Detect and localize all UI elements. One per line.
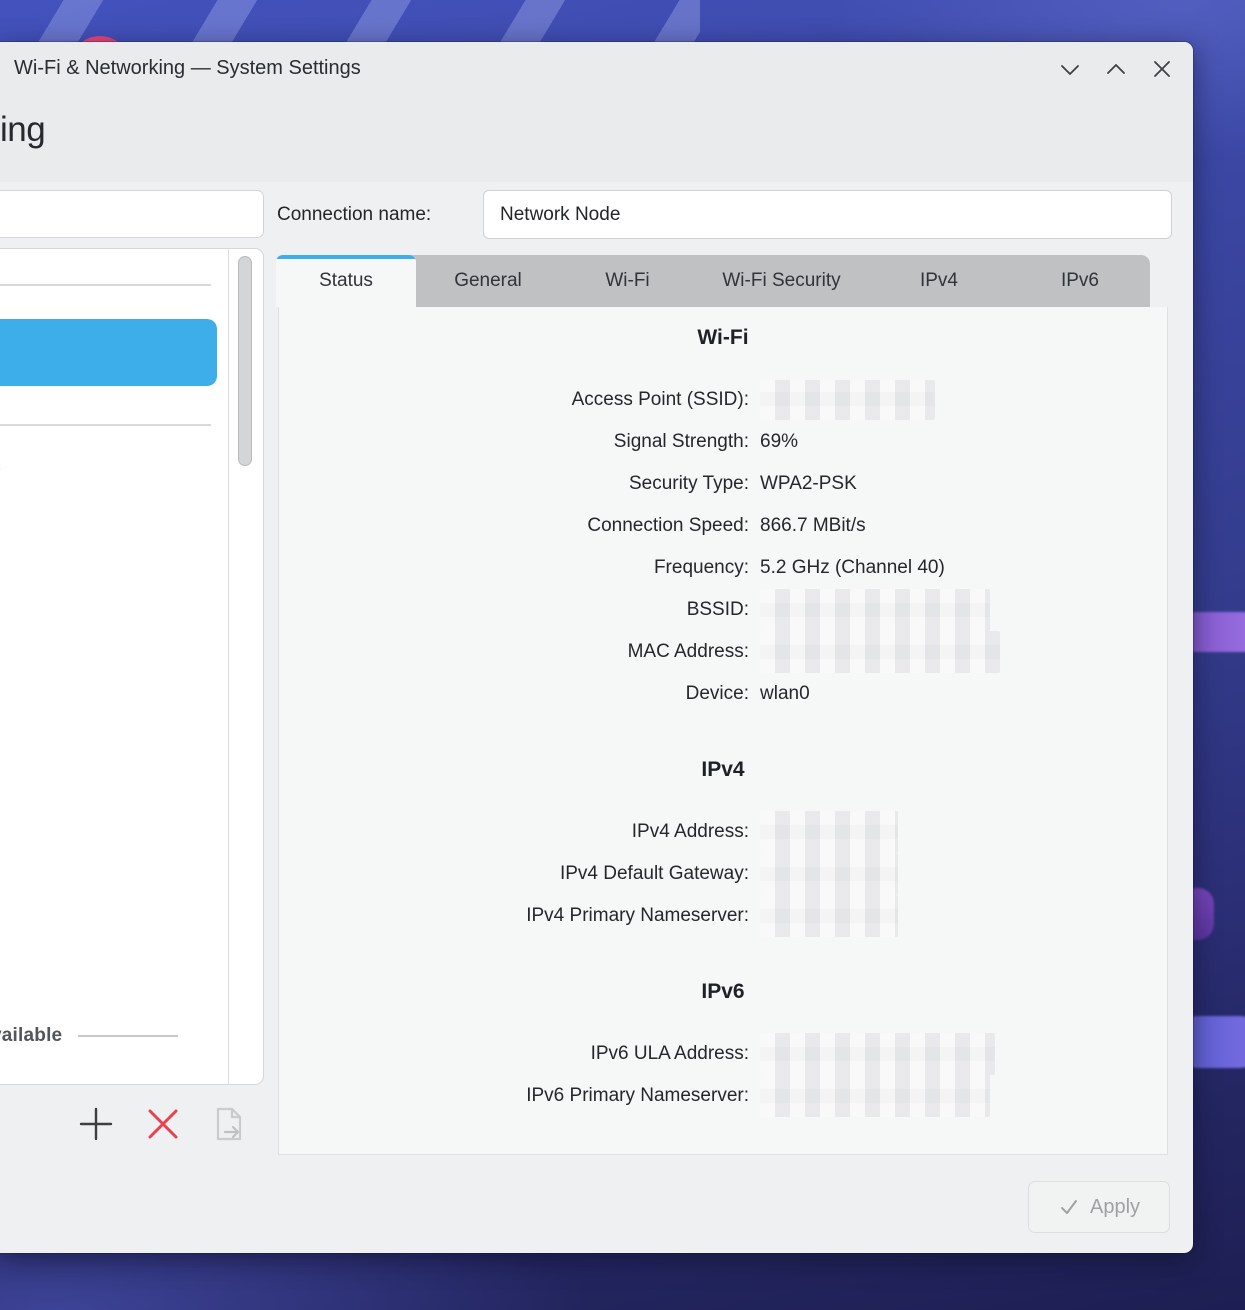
tab-wifi-security[interactable]: Wi-Fi Security: [695, 255, 868, 307]
check-icon: [1058, 1196, 1080, 1218]
connection-name-label: Connection name:: [277, 190, 431, 239]
tab-ipv4[interactable]: IPv4: [868, 255, 1010, 307]
list-item-text-fragment: 4: [0, 455, 1, 479]
list-separator: [0, 424, 211, 426]
section-header-rule: [78, 1035, 178, 1037]
status-row: BSSID:: [279, 589, 1167, 631]
close-icon: [1150, 57, 1174, 81]
redacted-value: [760, 380, 935, 420]
redacted-value: [760, 1033, 995, 1075]
redacted-value: [760, 631, 1000, 673]
status-row: Signal Strength: 69%: [279, 421, 1167, 463]
status-tab-panel: Wi-Fi Access Point (SSID): Signal Streng…: [278, 307, 1168, 1155]
tab-status[interactable]: Status: [276, 255, 416, 307]
desktop-wallpaper: Wi-Fi & Networking — System Settings: [0, 0, 1245, 1310]
apply-button-label: Apply: [1090, 1196, 1140, 1219]
maximize-button[interactable]: [1103, 56, 1129, 82]
apply-button[interactable]: Apply: [1028, 1181, 1170, 1233]
window-controls: [1057, 42, 1175, 95]
status-row: Device: wlan0: [279, 673, 1167, 715]
delete-x-icon: [145, 1106, 181, 1142]
search-input[interactable]: [0, 190, 264, 238]
status-row: Access Point (SSID):: [279, 379, 1167, 421]
status-row: IPv4 Primary Nameserver:: [279, 895, 1167, 937]
status-row: MAC Address:: [279, 631, 1167, 673]
editor-tabbar: Status General Wi-Fi Wi-Fi Security IPv4…: [276, 255, 1150, 307]
tab-general[interactable]: General: [416, 255, 560, 307]
connection-list-toolbar: [0, 1104, 270, 1144]
status-row: IPv4 Default Gateway:: [279, 853, 1167, 895]
section-title-ipv4: IPv4: [279, 749, 1167, 791]
document-export-icon: [212, 1106, 246, 1142]
status-row: Frequency: 5.2 GHz (Channel 40): [279, 547, 1167, 589]
tab-wifi[interactable]: Wi-Fi: [560, 255, 695, 307]
plus-icon: [78, 1106, 114, 1142]
delete-connection-button[interactable]: [143, 1104, 183, 1144]
connection-list-selected-item[interactable]: [0, 319, 217, 386]
page-title-fragment: ing: [0, 110, 45, 150]
scrollbar-track-divider: [228, 249, 229, 1084]
chevron-down-icon: [1058, 57, 1082, 81]
redacted-value: [760, 895, 898, 937]
redacted-value: [760, 589, 990, 631]
page-header: [0, 95, 1193, 182]
window-titlebar[interactable]: Wi-Fi & Networking — System Settings: [0, 42, 1193, 95]
scrollbar-thumb[interactable]: [238, 256, 252, 466]
tab-ipv6[interactable]: IPv6: [1010, 255, 1150, 307]
status-row: IPv6 ULA Address:: [279, 1033, 1167, 1075]
add-connection-button[interactable]: [76, 1104, 116, 1144]
status-row: IPv4 Address:: [279, 811, 1167, 853]
status-row: Connection Speed: 866.7 MBit/s: [279, 505, 1167, 547]
redacted-value: [760, 1075, 990, 1117]
window-title: Wi-Fi & Networking — System Settings: [14, 42, 361, 95]
chevron-up-icon: [1104, 57, 1128, 81]
list-section-header: vailable: [0, 1021, 217, 1051]
list-separator: [0, 284, 211, 286]
status-row: IPv6 Primary Nameserver:: [279, 1075, 1167, 1117]
section-header-fragment: vailable: [0, 1025, 62, 1047]
close-button[interactable]: [1149, 56, 1175, 82]
minimize-button[interactable]: [1057, 56, 1083, 82]
section-title-wifi: Wi-Fi: [279, 317, 1167, 359]
connection-list: 4 vailable: [0, 248, 264, 1085]
redacted-value: [760, 853, 898, 895]
redacted-value: [760, 811, 898, 853]
status-row: Security Type: WPA2-PSK: [279, 463, 1167, 505]
section-title-ipv6: IPv6: [279, 971, 1167, 1013]
system-settings-window: Wi-Fi & Networking — System Settings: [0, 42, 1193, 1253]
export-connection-button[interactable]: [209, 1104, 249, 1144]
connection-name-input[interactable]: [483, 190, 1172, 239]
